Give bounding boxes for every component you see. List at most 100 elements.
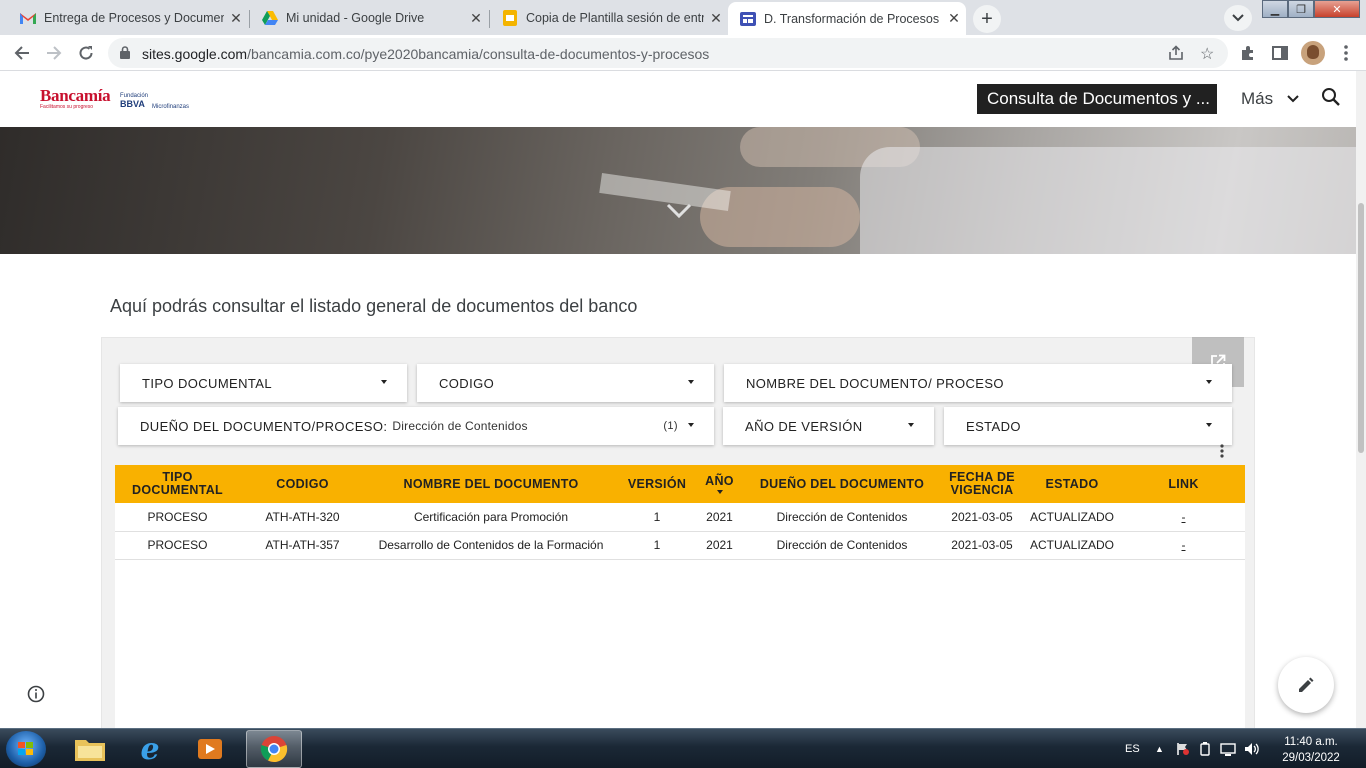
filter-label: AÑO DE VERSIÓN: [745, 418, 863, 434]
edit-fab-button[interactable]: [1278, 657, 1334, 713]
table-row: PROCESO ATH-ATH-320 Certificación para P…: [115, 503, 1245, 532]
documents-table-container: TIPO DOCUMENTAL CODIGO NOMBRE DEL DOCUMEN…: [115, 465, 1245, 737]
cell-codigo: ATH-ATH-357: [240, 531, 365, 560]
url-path: /bancamia.com.co/pye2020bancamia/consult…: [247, 46, 710, 62]
profile-avatar[interactable]: [1301, 41, 1325, 65]
dropdown-arrow-icon: [381, 380, 387, 384]
search-icon[interactable]: [1321, 87, 1341, 112]
nav-current-page[interactable]: Consulta de Documentos y ...: [977, 84, 1217, 114]
taskbar-explorer[interactable]: [62, 730, 118, 768]
tab-slides[interactable]: Copia de Plantilla sesión de entre ✕: [490, 3, 728, 33]
taskbar-media-player[interactable]: [182, 730, 238, 768]
filter-anio-version[interactable]: AÑO DE VERSIÓN: [723, 407, 934, 445]
logo2-line3: Microfinanzas: [152, 104, 190, 110]
extensions-button[interactable]: [1236, 41, 1260, 65]
nav-more[interactable]: Más: [1241, 89, 1273, 109]
filter-label: ESTADO: [966, 418, 1021, 434]
filter-label: NOMBRE DEL DOCUMENTO/ PROCESO: [746, 375, 1004, 391]
chevron-down-icon[interactable]: [1287, 91, 1299, 106]
cell-codigo: ATH-ATH-320: [240, 503, 365, 532]
filter-nombre-documento[interactable]: NOMBRE DEL DOCUMENTO/ PROCESO: [724, 364, 1232, 402]
tray-expand-icon[interactable]: ▲: [1155, 729, 1164, 768]
tab-search-button[interactable]: [1224, 5, 1252, 31]
tab-sites-active[interactable]: D. Transformación de Procesos y ✕: [728, 2, 966, 35]
volume-icon[interactable]: [1244, 742, 1260, 756]
close-icon[interactable]: ✕: [942, 10, 966, 27]
back-button[interactable]: [10, 41, 34, 65]
column-header-tipo[interactable]: TIPO DOCUMENTAL: [115, 465, 240, 503]
column-header-estado[interactable]: ESTADO: [1022, 465, 1122, 503]
close-icon[interactable]: ✕: [224, 10, 248, 27]
address-bar[interactable]: sites.google.com/bancamia.com.co/pye2020…: [108, 38, 1228, 68]
header-text: TIPO: [162, 470, 193, 484]
tab-title: Copia de Plantilla sesión de entre: [526, 11, 704, 25]
url-text: sites.google.com/bancamia.com.co/pye2020…: [142, 46, 709, 62]
new-tab-button[interactable]: +: [973, 5, 1001, 33]
column-header-fecha[interactable]: FECHA DE VIGENCIA: [942, 465, 1022, 503]
maximize-button[interactable]: ❐: [1288, 0, 1314, 18]
windows-taskbar: e ES ▲ 11:40 a.m. 29/03/2022: [0, 728, 1366, 768]
window-close-button[interactable]: ✕: [1314, 0, 1360, 18]
chrome-icon: [260, 736, 288, 763]
tab-gmail[interactable]: Entrega de Procesos y Document ✕: [8, 3, 248, 33]
taskbar-ie[interactable]: e: [122, 730, 178, 768]
close-icon[interactable]: ✕: [704, 10, 728, 27]
media-player-icon: [198, 739, 222, 759]
minimize-button[interactable]: ▁: [1262, 0, 1288, 18]
network-icon[interactable]: [1220, 742, 1236, 756]
power-icon[interactable]: [1198, 742, 1212, 756]
filter-dueno-documento[interactable]: DUEÑO DEL DOCUMENTO/PROCESO: Dirección d…: [118, 407, 714, 445]
header-text: AÑO: [705, 473, 734, 488]
site-header: Bancamía Facilitamos su progreso Fundaci…: [0, 71, 1356, 127]
taskbar-chrome[interactable]: [246, 730, 302, 768]
bancamia-logo[interactable]: Bancamía Facilitamos su progreso: [40, 86, 111, 110]
page-scrollbar[interactable]: [1356, 71, 1366, 728]
filter-tipo-documental[interactable]: TIPO DOCUMENTAL: [120, 364, 407, 402]
cell-nombre: Desarrollo de Contenidos de la Formación: [365, 531, 617, 560]
cell-dueno: Dirección de Contenidos: [742, 503, 942, 532]
cell-link[interactable]: -: [1122, 503, 1245, 532]
system-clock[interactable]: 11:40 a.m. 29/03/2022: [1276, 734, 1346, 766]
cell-fecha: 2021-03-05: [942, 503, 1022, 532]
filter-codigo[interactable]: CODIGO: [417, 364, 714, 402]
side-panel-button[interactable]: [1268, 41, 1292, 65]
action-center-flag-icon[interactable]: [1176, 742, 1190, 756]
arrow-left-icon: [14, 46, 29, 60]
column-header-version[interactable]: VERSIÓN: [617, 465, 697, 503]
reload-button[interactable]: [74, 41, 98, 65]
dropdown-arrow-icon: [1206, 380, 1212, 384]
cell-link[interactable]: -: [1122, 531, 1245, 560]
cell-anio: 2021: [697, 531, 742, 560]
scrollbar-thumb[interactable]: [1358, 203, 1364, 453]
window-controls: ▁ ❐ ✕: [1262, 0, 1360, 18]
cell-anio: 2021: [697, 503, 742, 532]
cell-dueno: Dirección de Contenidos: [742, 531, 942, 560]
cell-tipo: PROCESO: [115, 531, 240, 560]
language-indicator[interactable]: ES: [1125, 729, 1140, 768]
bbva-logo: Fundación BBVA Microfinanzas: [120, 93, 189, 110]
column-header-dueno[interactable]: DUEÑO DEL DOCUMENTO: [742, 465, 942, 503]
info-icon[interactable]: [27, 685, 45, 708]
start-button[interactable]: [6, 731, 46, 767]
filter-label: DUEÑO DEL DOCUMENTO/PROCESO:: [140, 418, 388, 434]
logo-text: Bancamía: [40, 86, 111, 105]
tab-drive[interactable]: Mi unidad - Google Drive ✕: [250, 3, 488, 33]
column-header-anio[interactable]: AÑO: [697, 465, 742, 503]
close-icon[interactable]: ✕: [464, 10, 488, 27]
table-header-row: TIPO DOCUMENTAL CODIGO NOMBRE DEL DOCUMEN…: [115, 465, 1245, 503]
scroll-down-chevron-icon[interactable]: [666, 203, 692, 224]
column-header-link[interactable]: LINK: [1122, 465, 1245, 503]
kebab-menu-icon: [1344, 45, 1348, 61]
star-icon[interactable]: ☆: [1200, 44, 1214, 64]
filter-estado[interactable]: ESTADO: [944, 407, 1232, 445]
table-options-kebab-icon[interactable]: [1220, 444, 1224, 458]
gmail-icon: [20, 10, 36, 26]
share-icon[interactable]: [1168, 45, 1184, 66]
forward-button[interactable]: [42, 41, 66, 65]
filter-label: CODIGO: [439, 375, 495, 391]
drive-icon: [262, 10, 278, 26]
menu-button[interactable]: [1334, 41, 1358, 65]
column-header-codigo[interactable]: CODIGO: [240, 465, 365, 503]
tray-icons: [1176, 729, 1260, 768]
column-header-nombre[interactable]: NOMBRE DEL DOCUMENTO: [365, 465, 617, 503]
